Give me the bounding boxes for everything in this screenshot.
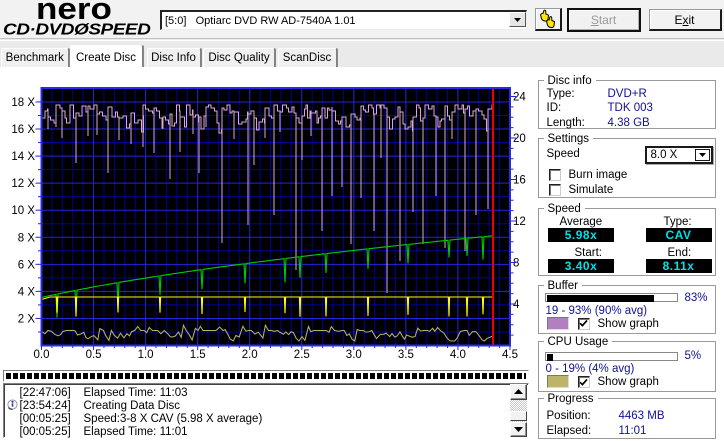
svg-text:4.0: 4.0 (450, 349, 466, 361)
svg-text:2.5: 2.5 (294, 349, 310, 361)
svg-text:1.0: 1.0 (138, 349, 154, 361)
svg-text:8: 8 (513, 258, 519, 270)
svg-text:3.5: 3.5 (398, 349, 414, 361)
svg-text:4.5: 4.5 (502, 349, 518, 361)
svg-text:20: 20 (513, 133, 526, 145)
svg-text:4: 4 (513, 299, 520, 311)
svg-text:10 X: 10 X (11, 205, 35, 217)
svg-text:6 X: 6 X (18, 259, 36, 271)
svg-text:12: 12 (513, 216, 526, 228)
svg-text:16: 16 (513, 175, 526, 187)
svg-text:8 X: 8 X (18, 232, 36, 244)
svg-text:14 X: 14 X (11, 151, 35, 163)
svg-text:1.5: 1.5 (190, 349, 206, 361)
svg-text:0.5: 0.5 (86, 349, 102, 361)
svg-text:12 X: 12 X (11, 178, 35, 190)
svg-text:4 X: 4 X (18, 286, 36, 298)
svg-text:2.0: 2.0 (242, 349, 258, 361)
svg-text:2 X: 2 X (18, 313, 36, 325)
svg-text:3.0: 3.0 (346, 349, 362, 361)
svg-text:16 X: 16 X (11, 124, 35, 136)
svg-text:24: 24 (513, 92, 526, 104)
svg-text:18 X: 18 X (11, 97, 35, 109)
svg-text:0.0: 0.0 (34, 349, 50, 361)
